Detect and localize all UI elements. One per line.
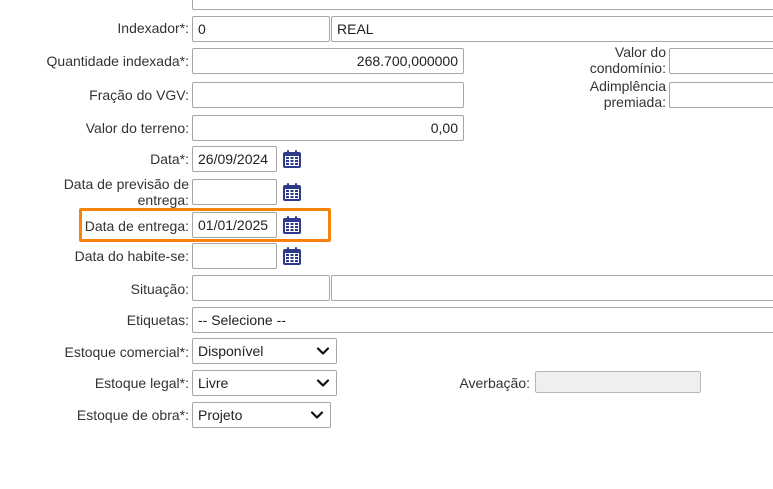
- estoque-legal-label: Estoque legal*:: [94, 375, 189, 391]
- estoque-comercial-select[interactable]: Disponível: [192, 338, 337, 364]
- adimplencia-premiada-label: Adimplência premiada:: [589, 78, 666, 110]
- estoque-legal-value: Livre: [198, 375, 229, 391]
- estoque-obra-select[interactable]: Projeto: [192, 402, 331, 428]
- chevron-down-icon: [316, 379, 330, 387]
- quantidade-indexada-input[interactable]: 268.700,000000: [192, 48, 464, 74]
- data-previsao-entrega-label: Data de previsão de entrega:: [63, 176, 189, 208]
- fracao-vgv-label: Fração do VGV:: [89, 87, 189, 103]
- situacao-code-input[interactable]: [192, 275, 330, 301]
- data-entrega-input[interactable]: 01/01/2025: [192, 212, 277, 238]
- valor-terreno-input[interactable]: 0,00: [192, 115, 464, 141]
- etiquetas-label: Etiquetas:: [126, 312, 189, 328]
- data-habite-se-input[interactable]: [192, 243, 277, 269]
- fracao-vgv-input[interactable]: [192, 82, 464, 108]
- data-previsao-entrega-input[interactable]: [192, 179, 277, 205]
- calendar-icon[interactable]: [281, 245, 303, 267]
- situacao-label: Situação:: [130, 281, 189, 297]
- estoque-legal-select[interactable]: Livre: [192, 370, 337, 396]
- indexador-code-input[interactable]: 0: [192, 16, 330, 42]
- data-entrega-label: Data de entrega:: [84, 218, 189, 234]
- quantidade-indexada-label: Quantidade indexada*:: [46, 53, 189, 69]
- estoque-obra-value: Projeto: [198, 407, 243, 423]
- chevron-down-icon: [310, 411, 324, 419]
- valor-terreno-label: Valor do terreno:: [85, 120, 189, 136]
- valor-condominio-label: Valor do condomínio:: [589, 44, 666, 76]
- chevron-down-icon: [316, 347, 330, 355]
- adimplencia-premiada-input[interactable]: [669, 82, 773, 108]
- data-input[interactable]: 26/09/2024: [192, 146, 277, 172]
- estoque-obra-label: Estoque de obra*:: [76, 407, 189, 423]
- situacao-description-input[interactable]: [331, 275, 773, 301]
- calendar-icon[interactable]: [281, 148, 303, 170]
- valor-condominio-input[interactable]: [669, 48, 773, 74]
- averbacao-input: [535, 371, 701, 393]
- data-habite-se-label: Data do habite-se:: [74, 248, 189, 264]
- indexador-name-input[interactable]: REAL: [331, 16, 773, 42]
- averbacao-label: Averbação:: [459, 375, 530, 391]
- etiquetas-select[interactable]: -- Selecione --: [192, 307, 773, 333]
- indexador-label: Indexador*:: [117, 20, 189, 36]
- calendar-icon[interactable]: [281, 214, 303, 236]
- estoque-comercial-value: Disponível: [198, 343, 264, 359]
- top-partial-field[interactable]: [192, 0, 773, 10]
- calendar-icon[interactable]: [281, 181, 303, 203]
- data-label: Data*:: [150, 151, 189, 167]
- estoque-comercial-label: Estoque comercial*:: [64, 344, 189, 360]
